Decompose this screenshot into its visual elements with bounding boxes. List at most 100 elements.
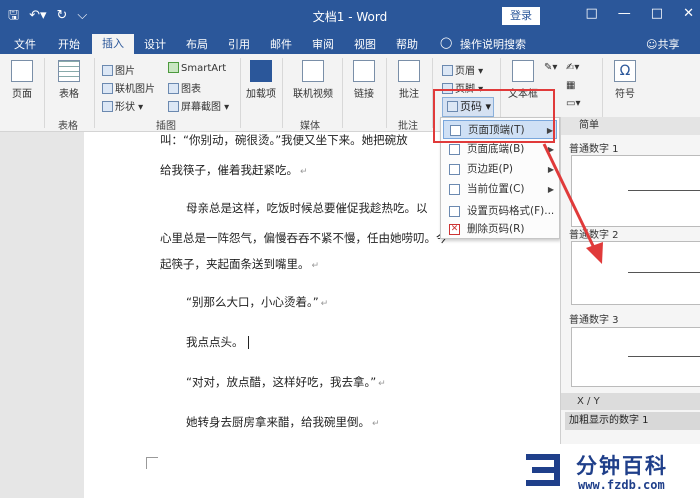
addins-icon: [250, 60, 272, 82]
online-video-button[interactable]: 联机视频: [288, 60, 338, 100]
chart-button[interactable]: 图表: [168, 80, 201, 95]
menu-item-label: 删除页码(R): [467, 223, 525, 235]
gallery-item-label: 普通数字 3: [569, 315, 619, 326]
comment-group-label: 批注: [398, 121, 418, 132]
gallery-section-header: 简单: [561, 117, 700, 135]
tab-layout[interactable]: 布局: [186, 36, 208, 52]
page-margins-icon: [449, 164, 460, 175]
screenshot-label: 屏幕截图: [181, 102, 221, 113]
symbol-label: 符号: [615, 89, 635, 100]
online-picture-icon: [102, 83, 113, 94]
tab-home[interactable]: 开始: [58, 36, 80, 52]
pictures-button[interactable]: 图片: [102, 62, 135, 77]
person-icon: ☺: [646, 38, 658, 51]
paragraph-mark: ↵: [320, 299, 329, 309]
arrow-shaft: [542, 143, 598, 253]
doc-line: 给我筷子，催着我赶紧吃。 ↵: [160, 162, 308, 178]
doc-line-text: 起筷子，夹起面条送到嘴里。: [160, 257, 310, 271]
tab-references[interactable]: 引用: [228, 36, 250, 52]
doc-line-text: 心里总是一阵怨气，偏慢吞吞不紧不慢，任由她唠叨。今: [160, 231, 448, 245]
minimize-icon[interactable]: —: [618, 6, 631, 21]
text-cursor: [248, 336, 249, 349]
omega-icon: Ω: [614, 60, 636, 82]
object-icon[interactable]: ▭▾: [566, 98, 580, 109]
page-line: [628, 190, 700, 191]
link-button[interactable]: 链接: [348, 60, 380, 100]
datetime-icon[interactable]: ▦: [566, 80, 575, 91]
paragraph-mark: ↵: [300, 167, 308, 177]
media-group-label: 媒体: [300, 121, 320, 132]
doc-line-text: “别那么大口，小心烫着。”: [186, 295, 319, 309]
online-pictures-button[interactable]: 联机图片: [102, 80, 155, 95]
tab-help[interactable]: 帮助: [396, 36, 418, 52]
link-label: 链接: [354, 89, 374, 100]
brand-logo-icon: [526, 454, 560, 486]
divider: [342, 58, 343, 128]
smartart-button[interactable]: SmartArt: [168, 62, 226, 74]
menu-item-label: 页边距(P): [467, 163, 514, 175]
online-video-label: 联机视频: [293, 89, 333, 100]
gallery-item-bold-numbers-1[interactable]: 加粗显示的数字 1: [565, 412, 700, 430]
divider: [240, 58, 241, 128]
brand-name: 分钟百科: [576, 454, 668, 478]
doc-line: 我点点头。: [186, 334, 244, 350]
smartart-label: SmartArt: [181, 63, 227, 74]
tab-insert[interactable]: 插入: [92, 34, 134, 54]
tell-me-search[interactable]: 操作说明搜索: [460, 36, 526, 52]
ribbon-tabs: 文件 开始 插入 设计 布局 引用 邮件 审阅 视图 帮助 ◯ 操作说明搜索 ☺…: [0, 32, 700, 54]
doc-line-text: “对对，放点醋，这样好吃，我去拿。”: [186, 375, 377, 389]
login-button[interactable]: 登录: [502, 7, 540, 25]
highlight-annotation-box: [433, 89, 555, 143]
comment-label: 批注: [399, 89, 419, 100]
video-icon: [302, 60, 324, 82]
maximize-icon[interactable]: □: [651, 6, 663, 21]
brand-url: www.fzdb.com: [578, 478, 665, 492]
remove-icon: ✕: [449, 224, 460, 235]
screenshot-button[interactable]: 屏幕截图 ▾: [168, 98, 229, 113]
red-arrow-annotation: [542, 143, 603, 264]
format-page-numbers-icon: [449, 206, 460, 217]
tab-mailings[interactable]: 邮件: [270, 36, 292, 52]
doc-line-text: 母亲总是这样，吃饭时候总要催促我趁热吃。以: [186, 201, 428, 215]
pictures-label: 图片: [115, 66, 135, 77]
share-button[interactable]: ☺共享: [646, 36, 679, 52]
header-button[interactable]: 页眉 ▾: [442, 62, 483, 77]
doc-line: “对对，放点醋，这样好吃，我去拿。” ↵: [186, 374, 386, 390]
menu-item-label: 页面底端(B): [467, 143, 525, 155]
symbol-button[interactable]: Ω 符号: [610, 60, 640, 100]
link-icon: [353, 60, 375, 82]
comment-button[interactable]: 批注: [392, 60, 426, 100]
menu-item-label: 当前位置(C): [467, 183, 525, 195]
doc-line-text: 叫：“你别动，碗很烫。”我便又坐下来。她把碗放: [160, 133, 408, 147]
screenshot-icon: [168, 101, 179, 112]
illustrations-group-label: 插图: [156, 121, 176, 132]
pages-button[interactable]: 页面: [8, 60, 36, 100]
tab-design[interactable]: 设计: [144, 36, 166, 52]
tab-review[interactable]: 审阅: [312, 36, 334, 52]
gallery-item-plain-number-3[interactable]: [571, 327, 700, 387]
window-controls: □ — □ ✕: [586, 6, 695, 21]
shapes-button[interactable]: 形状 ▾: [102, 98, 143, 113]
table-icon: [58, 60, 80, 82]
ribbon-display-icon[interactable]: □: [586, 6, 598, 21]
comment-icon: [398, 60, 420, 82]
doc-line: 心里总是一阵怨气，偏慢吞吞不紧不慢，任由她唠叨。今: [160, 230, 448, 246]
close-icon[interactable]: ✕: [683, 6, 694, 21]
quickparts-icon[interactable]: ✎▾: [544, 62, 557, 73]
bottom-of-page-icon: [449, 144, 460, 155]
doc-line: “别那么大口，小心烫着。” ↵: [186, 294, 328, 310]
tab-view[interactable]: 视图: [354, 36, 376, 52]
textbox-icon: [512, 60, 534, 82]
header-icon: [442, 65, 453, 76]
divider: [282, 58, 283, 128]
doc-line-text: 给我筷子，催着我赶紧吃。: [160, 163, 298, 177]
addins-button[interactable]: 加载项: [246, 60, 276, 100]
doc-line: 她转身去厨房拿来醋，给我碗里倒。 ↵: [186, 414, 380, 430]
doc-line: 起筷子，夹起面条送到嘴里。 ↵: [160, 256, 319, 272]
signature-icon[interactable]: ✍▾: [566, 62, 579, 73]
current-position-icon: [449, 184, 460, 195]
table-button[interactable]: 表格: [52, 60, 86, 100]
addins-label: 加载项: [246, 89, 276, 100]
header-label: 页眉: [455, 66, 475, 77]
tab-file[interactable]: 文件: [14, 36, 36, 52]
